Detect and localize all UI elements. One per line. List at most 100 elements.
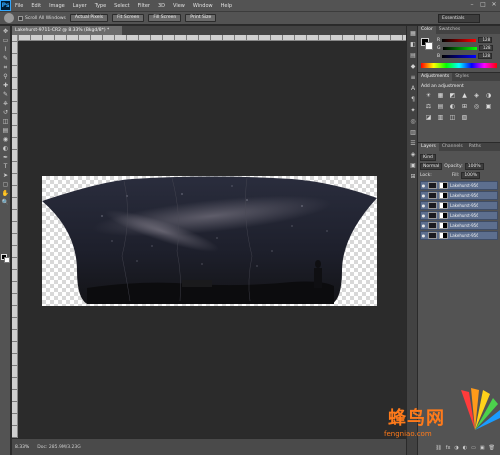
panel-toggle-icon[interactable]: ▤ bbox=[409, 52, 417, 59]
hand-icon[interactable]: ✋ bbox=[1, 190, 10, 197]
workspace-switcher[interactable]: Essentials bbox=[438, 14, 480, 23]
close-button[interactable]: ✕ bbox=[490, 1, 498, 9]
panel-toggle-icon[interactable]: ◈ bbox=[409, 151, 417, 158]
maximize-button[interactable]: □ bbox=[479, 1, 487, 9]
green-slider[interactable] bbox=[442, 46, 477, 50]
adjustment-icon[interactable]: ◑ bbox=[484, 92, 493, 99]
menu-type[interactable]: Type bbox=[91, 3, 110, 9]
stamp-icon[interactable]: ⎈ bbox=[1, 100, 10, 107]
color-spectrum-bar[interactable] bbox=[421, 63, 497, 68]
adjustment-icon[interactable]: ▤ bbox=[436, 103, 445, 110]
panel-background-swatch[interactable] bbox=[425, 42, 433, 50]
panel-toggle-icon[interactable]: ◆ bbox=[409, 63, 417, 70]
blur-icon[interactable]: ◉ bbox=[1, 136, 10, 143]
pen-icon[interactable]: ✒ bbox=[1, 154, 10, 161]
fit-screen-button[interactable]: Fit Screen bbox=[112, 14, 145, 22]
panel-toggle-icon[interactable]: ▦ bbox=[409, 30, 417, 37]
crop-icon[interactable]: ⌗ bbox=[1, 64, 10, 71]
panel-toggle-icon[interactable]: ▣ bbox=[409, 162, 417, 169]
print-size-button[interactable]: Print Size bbox=[185, 14, 217, 22]
menu-help[interactable]: Help bbox=[217, 3, 236, 9]
tab-channels[interactable]: Channels bbox=[439, 143, 466, 151]
layer-row[interactable]: ● Lakehurst-9565... bbox=[420, 201, 498, 210]
panel-toggle-icon[interactable]: ☰ bbox=[409, 140, 417, 147]
red-slider[interactable] bbox=[442, 38, 477, 42]
eyedropper-icon[interactable]: ⚲ bbox=[1, 73, 10, 80]
adjustment-icon[interactable]: ▧ bbox=[460, 114, 469, 121]
brush-icon[interactable]: ✎ bbox=[1, 91, 10, 98]
adjustment-icon[interactable]: ▲ bbox=[460, 92, 469, 99]
adjustment-icon[interactable]: ▣ bbox=[484, 103, 493, 110]
panel-toggle-icon[interactable]: ◎ bbox=[409, 118, 417, 125]
eraser-icon[interactable]: ◫ bbox=[1, 118, 10, 125]
adjustment-icon[interactable]: ◩ bbox=[448, 92, 457, 99]
red-value-field[interactable]: 128 bbox=[478, 37, 493, 43]
history-brush-icon[interactable]: ↺ bbox=[1, 109, 10, 116]
menu-image[interactable]: Image bbox=[45, 3, 69, 9]
dodge-icon[interactable]: ◐ bbox=[1, 145, 10, 152]
panel-toggle-icon[interactable]: ▥ bbox=[409, 129, 417, 136]
tab-styles[interactable]: Styles bbox=[452, 73, 472, 81]
healing-icon[interactable]: ✚ bbox=[1, 82, 10, 89]
shape-icon[interactable]: ▢ bbox=[1, 181, 10, 188]
gradient-icon[interactable]: ▤ bbox=[1, 127, 10, 134]
hand-tool-preset-icon[interactable] bbox=[4, 13, 14, 23]
layer-row[interactable]: ● Lakehurst-9563... bbox=[420, 181, 498, 190]
layer-row[interactable]: ● Lakehurst-9568... bbox=[420, 231, 498, 240]
background-color-swatch[interactable] bbox=[4, 257, 10, 263]
image-canvas[interactable] bbox=[42, 176, 377, 306]
path-select-icon[interactable]: ➤ bbox=[1, 172, 10, 179]
zoom-icon[interactable]: 🔍 bbox=[1, 199, 10, 206]
adjustment-icon[interactable]: ▦ bbox=[436, 92, 445, 99]
panel-toggle-icon[interactable]: ≡ bbox=[409, 74, 417, 81]
zoom-level[interactable]: 8.33% bbox=[15, 445, 29, 450]
document-size[interactable]: Doc: 285.9M/3.23G bbox=[37, 445, 80, 450]
fill-screen-button[interactable]: Fill Screen bbox=[148, 14, 182, 22]
adjustment-icon[interactable]: ◎ bbox=[472, 103, 481, 110]
menu-layer[interactable]: Layer bbox=[69, 3, 91, 9]
menu-filter[interactable]: Filter bbox=[134, 3, 154, 9]
layer-row[interactable]: ● Lakehurst-9564... bbox=[420, 191, 498, 200]
move-icon[interactable]: ✥ bbox=[1, 28, 10, 35]
minimize-button[interactable]: – bbox=[468, 1, 476, 9]
tab-layers[interactable]: Layers bbox=[418, 143, 439, 151]
visibility-eye-icon[interactable]: ● bbox=[421, 203, 426, 208]
kind-filter-select[interactable]: Kind bbox=[420, 153, 436, 161]
adjustment-icon[interactable]: ◪ bbox=[424, 114, 433, 121]
type-icon[interactable]: T bbox=[1, 163, 10, 170]
layer-row[interactable]: ● Lakehurst-9566... bbox=[420, 211, 498, 220]
tab-paths[interactable]: Paths bbox=[466, 143, 484, 151]
tab-swatches[interactable]: Swatches bbox=[436, 26, 464, 34]
visibility-eye-icon[interactable]: ● bbox=[421, 213, 426, 218]
fill-field[interactable]: 100% bbox=[461, 171, 481, 179]
layer-mask-thumbnail[interactable] bbox=[439, 232, 448, 239]
adjustment-icon[interactable]: ☀ bbox=[424, 92, 433, 99]
document-tab[interactable]: Lakehurst-9711-CR2 @ 8.33% (Bkgd/8*) * bbox=[12, 26, 122, 35]
adjustment-icon[interactable]: ◫ bbox=[448, 114, 457, 121]
visibility-eye-icon[interactable]: ● bbox=[421, 193, 426, 198]
blend-mode-select[interactable]: Normal bbox=[420, 162, 443, 170]
adjustment-icon[interactable]: ◐ bbox=[448, 103, 457, 110]
lasso-icon[interactable]: ⌇ bbox=[1, 46, 10, 53]
tab-adjustments[interactable]: Adjustments bbox=[418, 73, 453, 81]
layer-mask-thumbnail[interactable] bbox=[439, 192, 448, 199]
actual-pixels-button[interactable]: Actual Pixels bbox=[69, 14, 109, 22]
adjustment-icon[interactable]: ◈ bbox=[472, 92, 481, 99]
panel-toggle-icon[interactable]: ✦ bbox=[409, 107, 417, 114]
panel-toggle-icon[interactable]: ◧ bbox=[409, 41, 417, 48]
blue-slider[interactable] bbox=[442, 54, 477, 58]
menu-3d[interactable]: 3D bbox=[154, 3, 169, 9]
visibility-eye-icon[interactable]: ● bbox=[421, 183, 426, 188]
menu-select[interactable]: Select bbox=[110, 3, 133, 9]
tab-color[interactable]: Color bbox=[418, 26, 436, 34]
visibility-eye-icon[interactable]: ● bbox=[421, 233, 426, 238]
layer-row[interactable]: ● Lakehurst-9567... bbox=[420, 221, 498, 230]
panel-toggle-icon[interactable]: A bbox=[409, 85, 417, 92]
green-value-field[interactable]: 128 bbox=[478, 45, 493, 51]
adjustment-icon[interactable]: ⚖ bbox=[424, 103, 433, 110]
adjustment-icon[interactable]: ▥ bbox=[436, 114, 445, 121]
panel-toggle-icon[interactable]: ⊞ bbox=[409, 173, 417, 180]
layer-mask-thumbnail[interactable] bbox=[439, 222, 448, 229]
layer-mask-thumbnail[interactable] bbox=[439, 202, 448, 209]
document-workspace[interactable] bbox=[18, 41, 406, 438]
